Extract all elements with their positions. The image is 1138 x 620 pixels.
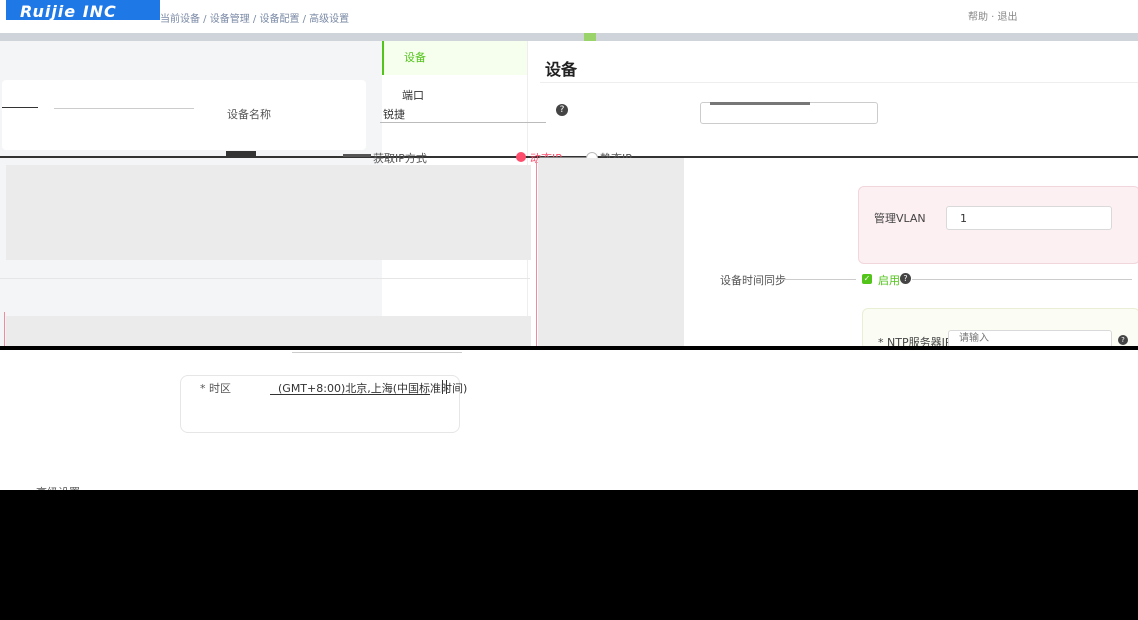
menu-item-device[interactable]: 设备 — [382, 41, 527, 75]
header-links[interactable]: 帮助 · 退出 — [968, 8, 1088, 24]
timezone-label: * 时区 — [200, 382, 231, 395]
divider-block — [343, 154, 371, 157]
divider-block — [226, 151, 256, 157]
vertical-marker — [4, 312, 5, 348]
time-sync-enable-label[interactable]: 启用 — [878, 272, 900, 288]
side-block — [538, 158, 684, 348]
device-name-underline — [380, 122, 546, 123]
text-cursor — [446, 380, 447, 394]
content-block — [6, 316, 531, 348]
checkbox-checked-icon[interactable]: ✓ — [862, 274, 872, 284]
logo-text: Ruijie INC — [20, 2, 117, 20]
time-sync-divider — [776, 279, 856, 280]
help-icon[interactable]: ? — [556, 104, 568, 116]
time-sync-divider — [912, 279, 1132, 280]
vertical-marker — [536, 160, 537, 348]
device-name-label: 设备名称 — [227, 108, 271, 121]
mgmt-vlan-value: 1 — [960, 212, 967, 225]
mgmt-vlan-input[interactable] — [946, 206, 1112, 230]
breadcrumb[interactable]: 当前设备 / 设备管理 / 设备配置 / 高级设置 — [160, 10, 900, 24]
help-icon[interactable]: ? — [900, 273, 911, 284]
field-divider — [292, 352, 462, 353]
device-extra-input[interactable] — [700, 102, 878, 124]
content-block — [6, 165, 531, 260]
progress-marker — [584, 33, 596, 41]
radio-dynamic-ip[interactable] — [516, 152, 526, 162]
timezone-underline — [270, 394, 430, 395]
left-card-divider — [54, 108, 194, 109]
text-cursor — [442, 380, 443, 394]
help-icon[interactable]: ? — [1118, 335, 1128, 345]
logo: Ruijie INC — [6, 0, 160, 20]
ip-mode-label: 获取IP方式 — [373, 152, 427, 165]
left-card — [2, 80, 366, 150]
page-title: 设备 — [545, 60, 578, 79]
redacted-region — [0, 490, 1138, 620]
device-name-input[interactable]: 锐捷 — [383, 106, 405, 122]
input-indicator — [710, 102, 810, 105]
row-divider — [0, 278, 530, 279]
time-sync-label: 设备时间同步 — [720, 274, 786, 287]
redacted-band — [0, 346, 1138, 350]
mgmt-vlan-label: 管理VLAN — [874, 212, 926, 225]
left-card-divider — [2, 107, 38, 108]
header-divider — [0, 33, 1138, 41]
